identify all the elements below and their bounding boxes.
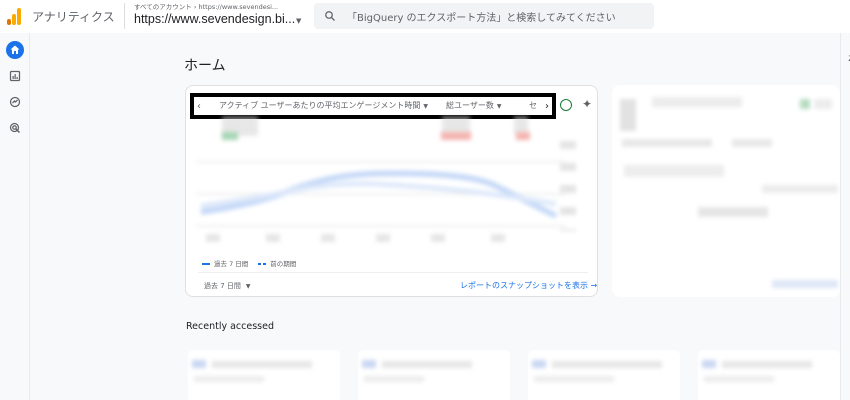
search-bar[interactable]: 「BigQuery のエクスポート方法」と検索してみてください [314,3,654,29]
trend-chart-blurred [196,161,566,242]
chevron-down-icon: ▼ [496,103,502,110]
recently-accessed-title: Recently accessed [186,321,275,332]
tab-label: 総ユーザー数 [446,101,494,110]
blurred-content [698,207,768,217]
blurred-content [762,185,838,193]
account-picker[interactable]: すべてのアカウント › https://www.sevendesi... htt… [124,3,301,29]
blurred-content [702,360,716,368]
blurred-content [814,99,832,109]
collapse-panel-icon[interactable]: ｚ [846,49,850,64]
blurred-content [552,361,662,368]
page-title: ホーム [184,57,226,73]
chevron-left-icon[interactable]: ‹ [197,101,201,112]
check-circle-icon[interactable] [560,99,572,111]
blurred-content [732,139,772,147]
legend-current: 過去 7 日間 [214,260,249,268]
legend-solid-swatch [202,263,210,265]
nav-home-button[interactable] [6,41,24,59]
advertising-icon [9,122,21,134]
left-nav-rail [0,33,30,400]
recent-card[interactable] [528,350,680,400]
blurred-content [362,360,376,368]
realtime-card-blurred [612,85,840,297]
overview-card: ‹ アクティブ ユーザーあたりの平均エンゲージメント時間 ▼ 総ユーザー数 ▼ セ … [185,85,598,297]
metric-value-blurred [222,132,238,140]
search-icon [325,11,335,21]
nav-explore-button[interactable] [6,93,24,111]
blurred-content [194,376,264,382]
app-name: アナリティクス [32,10,115,24]
blurred-content [624,165,724,177]
tab-label: アクティブ ユーザーあたりの平均エンゲージメント時間 [219,101,421,110]
tab-total-users[interactable]: 総ユーザー数 ▼ [446,100,501,111]
nav-reports-button[interactable] [6,67,24,85]
chevron-down-icon: ▼ [423,103,428,110]
blurred-content [382,361,472,368]
recent-card[interactable] [358,350,510,400]
blurred-content [622,139,712,147]
card-divider [198,272,588,273]
nav-advertising-button[interactable] [6,119,24,137]
blurred-content [212,361,312,368]
explore-icon [9,96,21,108]
tab-label: セ [529,101,537,110]
blurred-content [364,376,424,382]
chart-legend: 過去 7 日間 前の期間 [202,258,296,268]
y-axis-blurred [560,141,576,231]
blurred-content [532,360,546,368]
recent-card[interactable] [698,350,840,400]
blurred-content [620,99,636,131]
blurred-content [704,376,774,382]
view-snapshot-link[interactable]: レポートのスナップショットを表示 → [460,280,597,291]
search-input[interactable]: 「BigQuery のエクスポート方法」と検索してみてください [347,9,616,24]
date-range-label: 過去 7 日間 [204,282,241,290]
reports-icon [9,70,21,82]
blurred-content [800,99,810,109]
analytics-logo[interactable] [7,8,23,25]
blurred-content [772,280,838,288]
account-breadcrumb: すべてのアカウント › https://www.sevendesi... [134,3,279,11]
blurred-content [534,376,614,382]
chevron-down-icon: ▼ [245,283,251,290]
top-app-bar: アナリティクス すべてのアカウント › https://www.sevendes… [0,0,850,33]
home-icon [10,45,20,54]
right-panel-edge: ｚ [840,33,850,400]
blurred-content [722,361,812,368]
metric-value-blurred [516,132,530,140]
metric-value-blurred [441,132,471,140]
legend-previous: 前の期間 [270,260,297,268]
property-name: https://www.sevendesign.bi... [134,12,296,26]
recent-card[interactable] [188,350,340,400]
blurred-content [652,97,742,107]
chevron-right-icon[interactable]: › [545,101,549,112]
chevron-down-icon: ▼ [296,17,302,25]
tab-avg-engagement-time[interactable]: アクティブ ユーザーあたりの平均エンゲージメント時間 ▼ [219,100,428,111]
blurred-content [192,360,206,368]
tab-sessions[interactable]: セ [529,100,537,111]
insights-sparkle-icon[interactable]: ✦ [582,97,592,111]
legend-dashed-swatch [258,263,267,265]
date-range-dropdown[interactable]: 過去 7 日間 ▼ [204,281,251,291]
